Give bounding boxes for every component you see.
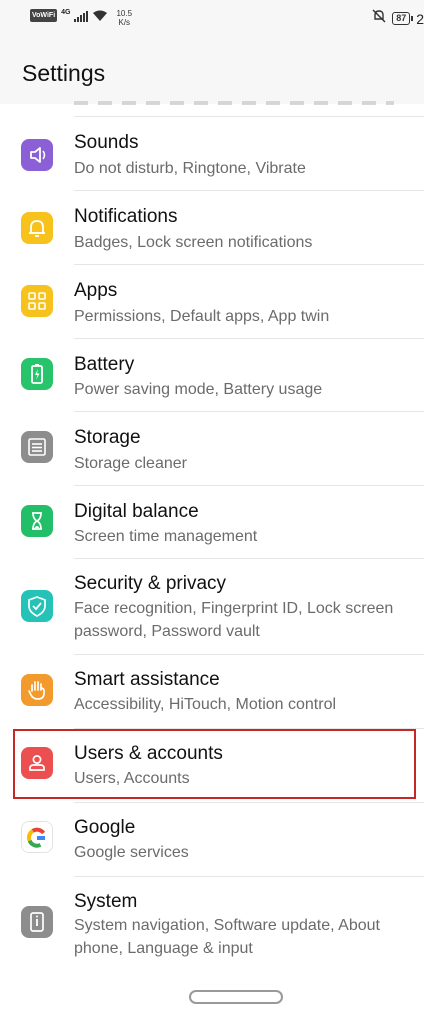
settings-header: Settings (0, 40, 424, 104)
item-subtitle: Do not disturb, Ringtone, Vibrate (74, 160, 306, 177)
item-title: Battery (74, 354, 135, 375)
apps-grid-icon (21, 285, 53, 317)
network-speed: 10.5 K/s (116, 9, 132, 27)
settings-item-sounds[interactable]: Sounds Do not disturb, Ringtone, Vibrate (0, 117, 424, 191)
speaker-icon-bg (21, 139, 53, 171)
network-speed-unit: K/s (118, 18, 131, 27)
item-subtitle: Face recognition, Fingerprint ID, Lock s… (74, 600, 394, 640)
page-title: Settings (22, 60, 106, 86)
clock: 2 (416, 10, 424, 27)
hand-icon-bg (21, 674, 53, 706)
settings-item-system[interactable]: System System navigation, Software updat… (0, 877, 424, 973)
status-left: VoWiFi 4G 10.5 K/s (30, 9, 132, 27)
item-title: Storage (74, 427, 141, 448)
phone-info-icon (21, 906, 53, 938)
settings-item-security-privacy[interactable]: Security & privacy Face recognition, Fin… (0, 559, 424, 655)
signal-icon (74, 9, 89, 27)
status-right: 87 2 (372, 9, 424, 28)
wifi-icon (92, 9, 108, 27)
item-title: System (74, 891, 138, 912)
battery-level: 87 (392, 12, 414, 25)
item-subtitle: Google services (74, 844, 189, 861)
item-subtitle: Accessibility, HiTouch, Motion control (74, 696, 337, 713)
settings-item-apps[interactable]: Apps Permissions, Default apps, App twin (0, 265, 424, 339)
item-title: Digital balance (74, 501, 199, 522)
settings-item-smart-assistance[interactable]: Smart assistance Accessibility, HiTouch,… (0, 655, 424, 729)
shield-icon (21, 590, 53, 622)
item-subtitle: System navigation, Software update, Abou… (74, 917, 380, 957)
network-type: 4G (61, 9, 71, 16)
item-subtitle: Badges, Lock screen notifications (74, 234, 313, 251)
scrolled-item-remnant (74, 101, 394, 105)
item-title: Apps (74, 280, 118, 301)
hand-icon (21, 674, 53, 706)
item-title: Smart assistance (74, 669, 220, 690)
settings-item-storage[interactable]: Storage Storage cleaner (0, 412, 424, 486)
battery-icon (21, 358, 53, 390)
item-title: Security & privacy (74, 573, 227, 594)
network-speed-value: 10.5 (116, 9, 133, 18)
hourglass-icon (21, 505, 53, 537)
apps-grid-icon-bg (21, 285, 53, 317)
bell-muted-icon (372, 9, 386, 28)
item-subtitle: Storage cleaner (74, 455, 187, 472)
home-gesture-bar[interactable] (189, 990, 283, 1004)
item-subtitle: Power saving mode, Battery usage (74, 381, 323, 398)
item-subtitle: Permissions, Default apps, App twin (74, 308, 330, 325)
settings-item-google[interactable]: Google Google services (0, 803, 424, 877)
shield-icon-bg (21, 590, 53, 622)
bell-icon (21, 212, 53, 244)
status-bar: VoWiFi 4G 10.5 K/s 87 2 (0, 0, 424, 40)
highlight-box (13, 729, 416, 799)
settings-item-notifications[interactable]: Notifications Badges, Lock screen notifi… (0, 191, 424, 265)
settings-item-battery[interactable]: Battery Power saving mode, Battery usage (0, 339, 424, 412)
item-title: Sounds (74, 132, 139, 153)
item-title: Google (74, 817, 136, 838)
storage-icon (21, 431, 53, 463)
google-icon (21, 821, 53, 853)
vowifi-badge: VoWiFi (30, 9, 58, 22)
settings-item-digital-balance[interactable]: Digital balance Screen time management (0, 486, 424, 559)
bell-icon-bg (21, 212, 53, 244)
speaker-icon (21, 139, 53, 171)
item-subtitle: Screen time management (74, 528, 258, 545)
item-title: Notifications (74, 206, 178, 227)
